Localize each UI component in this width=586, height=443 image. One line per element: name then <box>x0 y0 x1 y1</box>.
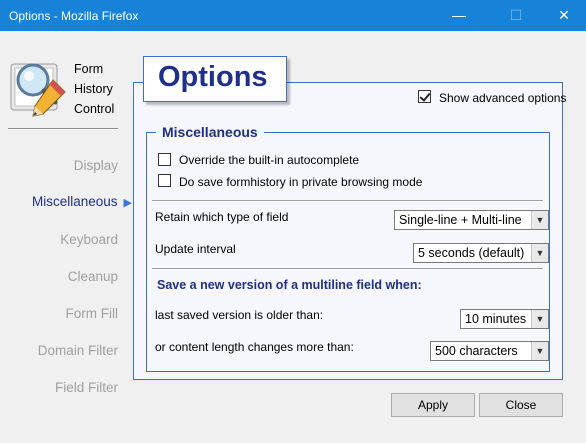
title-bar: Options - Mozilla Firefox — ☐ ✕ <box>0 0 586 31</box>
divider <box>152 268 543 270</box>
retain-type-value: Single-line + Multi-line <box>399 213 522 227</box>
length-change-select[interactable]: 500 characters ▼ <box>430 341 549 361</box>
older-than-select[interactable]: 10 minutes ▼ <box>460 309 549 329</box>
apply-button[interactable]: Apply <box>391 393 475 417</box>
logo-divider <box>8 128 118 130</box>
logo-line-history: History <box>74 82 113 96</box>
page-title-box: Options <box>143 56 287 102</box>
sidebar-item-miscellaneous[interactable]: Miscellaneous ▶ <box>32 194 132 209</box>
sidebar-item-label: Miscellaneous <box>31 194 118 209</box>
sidebar-item-field-filter[interactable]: Field Filter <box>55 380 118 395</box>
close-button[interactable]: Close <box>479 393 563 417</box>
sidebar-item-cleanup[interactable]: Cleanup <box>68 269 118 284</box>
sidebar-item-domain-filter[interactable]: Domain Filter <box>38 343 118 358</box>
maximize-button[interactable]: ☐ <box>493 0 539 31</box>
update-interval-select[interactable]: 5 seconds (default) ▼ <box>413 243 549 263</box>
sidebar-item-display[interactable]: Display <box>74 158 118 173</box>
retain-type-select[interactable]: Single-line + Multi-line ▼ <box>394 210 549 230</box>
logo-text: Form History Control <box>74 59 124 119</box>
update-interval-label: Update interval <box>155 242 236 256</box>
page-title: Options <box>158 61 268 93</box>
app-logo: Form History Control <box>9 56 119 122</box>
override-autocomplete-checkbox[interactable] <box>158 153 171 166</box>
close-window-button[interactable]: ✕ <box>541 0 586 31</box>
older-than-label: last saved version is older than: <box>155 308 324 322</box>
length-change-value: 500 characters <box>435 344 518 358</box>
private-mode-checkbox[interactable] <box>158 174 171 187</box>
override-autocomplete-label: Override the built-in autocomplete <box>179 153 360 167</box>
group-legend: Miscellaneous <box>156 124 264 140</box>
sidebar-item-keyboard[interactable]: Keyboard <box>60 232 118 247</box>
logo-line-form: Form <box>74 62 104 76</box>
minimize-button[interactable]: — <box>436 0 482 31</box>
length-change-label: or content length changes more than: <box>155 340 354 354</box>
older-than-value: 10 minutes <box>465 312 527 326</box>
retain-type-label: Retain which type of field <box>155 210 289 224</box>
magnifier-pencil-icon <box>10 63 66 117</box>
divider <box>152 200 543 202</box>
show-advanced-checkbox[interactable] <box>418 90 431 103</box>
active-arrow-icon: ▶ <box>123 197 132 209</box>
chevron-down-icon: ▼ <box>531 342 548 360</box>
update-interval-value: 5 seconds (default) <box>418 246 525 260</box>
sidebar-item-form-fill[interactable]: Form Fill <box>66 306 119 321</box>
logo-line-control: Control <box>74 102 115 116</box>
chevron-down-icon: ▼ <box>531 310 548 328</box>
private-mode-label: Do save formhistory in private browsing … <box>179 175 423 189</box>
multiline-heading: Save a new version of a multiline field … <box>157 278 422 292</box>
chevron-down-icon: ▼ <box>531 244 548 262</box>
window-title: Options - Mozilla Firefox <box>9 9 139 23</box>
show-advanced-label: Show advanced options <box>439 91 567 105</box>
chevron-down-icon: ▼ <box>531 211 548 229</box>
